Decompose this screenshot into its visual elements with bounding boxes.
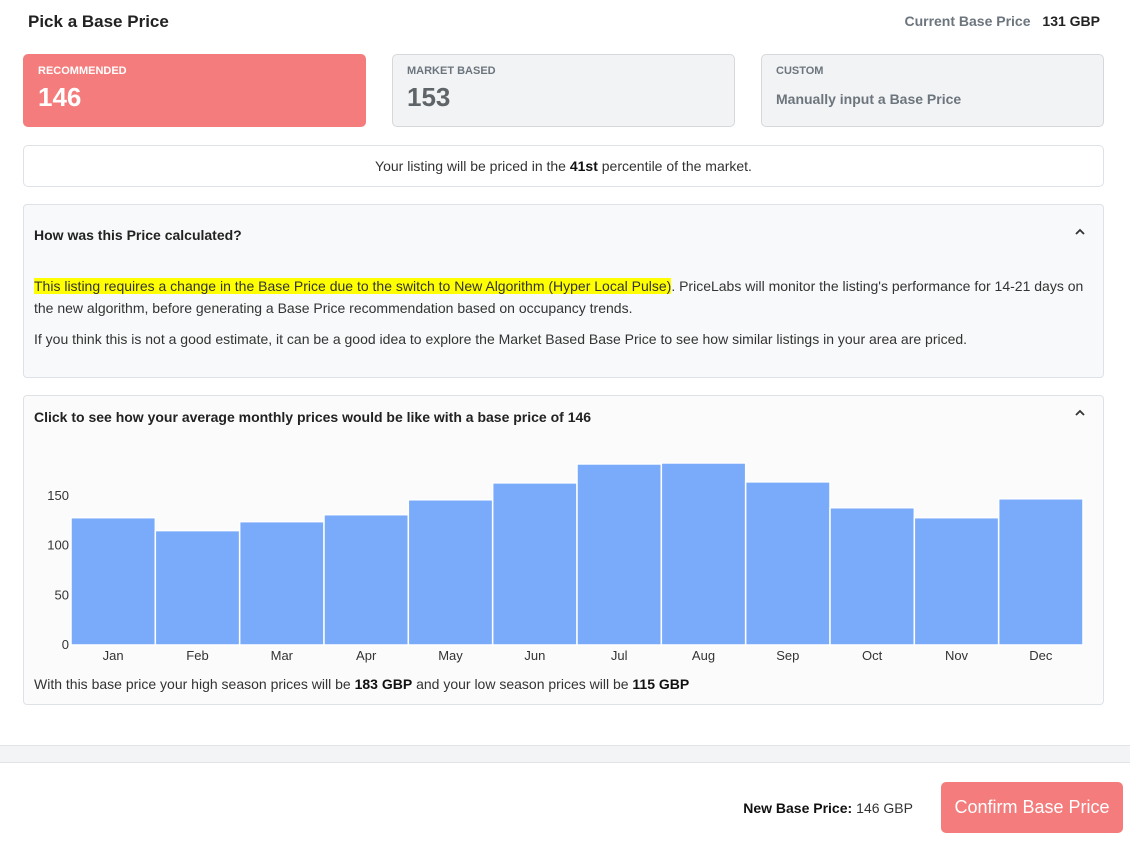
monthly-prices-header[interactable]: Click to see how your average monthly pr… bbox=[34, 409, 591, 425]
custom-price-card[interactable]: CUSTOM Manually input a Base Price bbox=[761, 54, 1104, 127]
price-calculation-panel: How was this Price calculated? This list… bbox=[23, 204, 1104, 378]
bar-nov bbox=[913, 516, 1000, 646]
x-tick-label: Dec bbox=[1029, 648, 1053, 663]
high-season-price: 183 GBP bbox=[354, 676, 413, 692]
monthly-prices-chart: 0 50 100 150 Jan Feb Mar Apr May Jun Jul Aug Sep Oct N… bbox=[47, 462, 1084, 663]
bar-aug bbox=[660, 462, 747, 646]
footer-divider bbox=[0, 745, 1130, 763]
percentile-suffix: percentile of the market. bbox=[601, 158, 752, 174]
bar-mar bbox=[238, 520, 325, 646]
market-based-suggestion: If you think this is not a good estimate… bbox=[34, 331, 968, 347]
percentile-prefix: Your listing will be priced in the bbox=[375, 158, 566, 174]
new-base-price: New Base Price: 146 GBP bbox=[743, 800, 913, 816]
y-tick-label: 50 bbox=[55, 587, 69, 602]
price-calculation-header[interactable]: How was this Price calculated? bbox=[34, 227, 242, 243]
bar-sep bbox=[744, 481, 831, 646]
bar-may bbox=[407, 499, 494, 646]
current-base-price-label: Current Base Price bbox=[904, 13, 1031, 29]
custom-card-title: CUSTOM bbox=[776, 65, 824, 77]
low-season-price: 115 GBP bbox=[632, 676, 690, 692]
bar-jul bbox=[576, 463, 663, 646]
x-tick-label: May bbox=[438, 648, 463, 663]
x-tick-label: Nov bbox=[945, 648, 969, 663]
x-tick-label: Jul bbox=[611, 648, 628, 663]
bar-oct bbox=[829, 506, 916, 646]
summary-prefix: With this base price your high season pr… bbox=[34, 676, 351, 692]
x-tick-label: Oct bbox=[862, 648, 883, 663]
market-based-price-card[interactable]: MARKET BASED 153 bbox=[392, 54, 735, 127]
x-tick-label: Jun bbox=[524, 648, 545, 663]
x-tick-label: Aug bbox=[692, 648, 715, 663]
x-tick-label: Mar bbox=[271, 648, 294, 663]
chevron-up-icon[interactable] bbox=[1073, 406, 1087, 423]
x-tick-label: Feb bbox=[186, 648, 208, 663]
market-card-value: 153 bbox=[407, 82, 451, 112]
monthly-prices-panel: Click to see how your average monthly pr… bbox=[23, 395, 1104, 705]
current-base-price: Current Base Price 131 GBP bbox=[904, 13, 1100, 29]
y-tick-label: 0 bbox=[62, 637, 69, 652]
chevron-up-icon[interactable] bbox=[1073, 225, 1087, 242]
x-tick-label: Jan bbox=[103, 648, 124, 663]
confirm-base-price-button[interactable]: Confirm Base Price bbox=[941, 782, 1123, 833]
x-tick-label: Sep bbox=[776, 648, 799, 663]
market-card-title: MARKET BASED bbox=[407, 65, 496, 77]
percentile-banner: Your listing will be priced in the 41st … bbox=[23, 145, 1104, 187]
bar-dec bbox=[997, 498, 1084, 646]
calculation-explanation: This listing requires a change in the Ba… bbox=[34, 275, 1096, 319]
season-summary: With this base price your high season pr… bbox=[34, 676, 689, 692]
recommended-card-title: RECOMMENDED bbox=[38, 65, 127, 77]
algorithm-change-highlight: This listing requires a change in the Ba… bbox=[34, 278, 672, 294]
new-base-price-value: 146 GBP bbox=[856, 800, 913, 816]
current-base-price-value: 131 GBP bbox=[1042, 13, 1100, 29]
y-tick-label: 100 bbox=[47, 538, 69, 553]
bar-feb bbox=[154, 529, 241, 646]
recommended-card-value: 146 bbox=[38, 82, 82, 112]
y-tick-label: 150 bbox=[47, 488, 69, 503]
page-title: Pick a Base Price bbox=[28, 12, 169, 31]
summary-mid: and your low season prices will be bbox=[416, 676, 629, 692]
recommended-price-card[interactable]: RECOMMENDED 146 bbox=[23, 54, 366, 127]
percentile-value: 41st bbox=[569, 158, 598, 174]
x-tick-label: Apr bbox=[356, 648, 377, 663]
bar-jun bbox=[491, 482, 578, 646]
new-base-price-label: New Base Price: bbox=[743, 800, 853, 816]
custom-card-text: Manually input a Base Price bbox=[776, 91, 962, 107]
bar-apr bbox=[323, 513, 410, 646]
bar-jan bbox=[70, 516, 157, 646]
